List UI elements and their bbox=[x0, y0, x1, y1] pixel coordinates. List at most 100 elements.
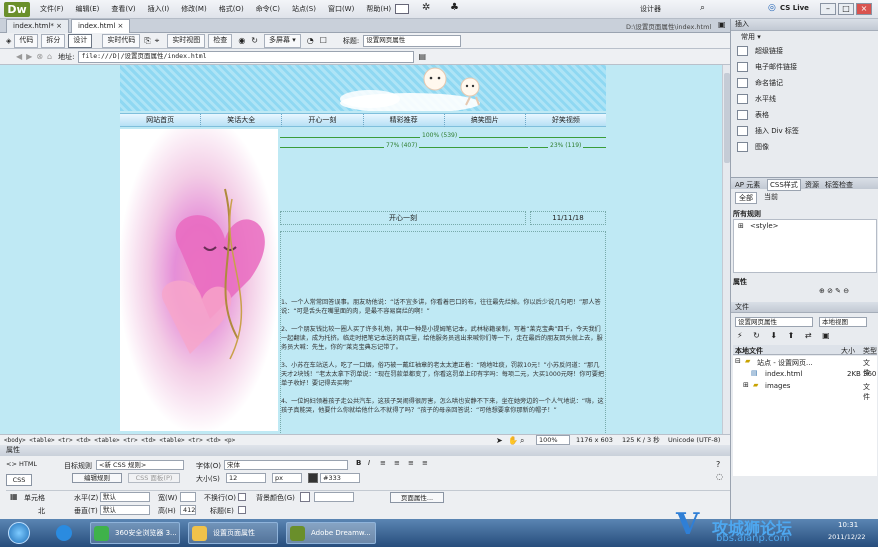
tab-assets[interactable]: 资源 bbox=[805, 180, 819, 190]
close-icon[interactable]: × bbox=[118, 22, 124, 30]
close-icon[interactable]: × bbox=[856, 3, 872, 15]
tab-index-modified[interactable]: index.html* × bbox=[6, 19, 69, 33]
align-right-icon[interactable]: ≡ bbox=[408, 459, 414, 467]
nowrap-checkbox[interactable] bbox=[238, 493, 246, 501]
tab-css-styles[interactable]: CSS样式 bbox=[767, 179, 801, 191]
inspect-icon[interactable]: ⎘ bbox=[144, 36, 150, 46]
home-icon[interactable]: ⌂ bbox=[47, 52, 52, 61]
nav-videos[interactable]: 好笑视频 bbox=[526, 114, 606, 127]
bold-icon[interactable]: B bbox=[356, 459, 361, 467]
edit-rule-button[interactable]: 编辑规则 bbox=[72, 473, 122, 483]
zoom-select[interactable]: 100% bbox=[536, 435, 570, 445]
search-icon[interactable]: ⌕ bbox=[700, 3, 705, 13]
expand-icon[interactable]: ⊞ bbox=[738, 222, 744, 230]
nav-jokes[interactable]: 笑话大全 bbox=[201, 113, 283, 127]
collapse-icon[interactable]: ⊟ bbox=[735, 357, 741, 365]
browser-icon[interactable]: ⌖ bbox=[155, 36, 160, 46]
files-toolbar[interactable]: ⚡ ↻ ⬇ ⬆ ⇄ ▣ bbox=[737, 331, 834, 340]
restore-icon[interactable]: ▣ bbox=[718, 20, 726, 29]
tag-selector[interactable]: <body> <table> <tr> <td> <table> <tr> <t… bbox=[4, 435, 235, 446]
menu-edit[interactable]: 编辑(E) bbox=[70, 0, 106, 19]
validate-icon[interactable]: ☐ bbox=[320, 36, 327, 45]
stop-icon[interactable]: ⊗ bbox=[36, 52, 43, 61]
italic-icon[interactable]: I bbox=[368, 459, 370, 467]
forward-icon[interactable]: ▶ bbox=[26, 52, 32, 61]
design-view-button[interactable]: 设计 bbox=[68, 33, 93, 48]
site-icon[interactable]: ♣ bbox=[450, 2, 459, 13]
content-title[interactable]: 开心一刻 bbox=[280, 211, 526, 225]
tab-index[interactable]: index.html × bbox=[70, 19, 131, 33]
live-code-button[interactable]: 实时代码 bbox=[102, 33, 141, 48]
menu-modify[interactable]: 修改(M) bbox=[175, 0, 213, 19]
clock-date[interactable]: 2011/12/22 bbox=[828, 533, 865, 541]
html-mode-button[interactable]: <> HTML bbox=[6, 460, 46, 470]
menu-site[interactable]: 站点(S) bbox=[286, 0, 322, 19]
nav-pictures[interactable]: 搞笑图片 bbox=[445, 113, 526, 127]
insert-category-select[interactable]: 常用 ▾ bbox=[731, 31, 878, 43]
layout-icon[interactable] bbox=[395, 4, 409, 14]
insert-panel-tab[interactable]: 插入 bbox=[731, 19, 878, 31]
address-menu-icon[interactable]: ▤ bbox=[418, 52, 426, 61]
canvas-scrollbar[interactable] bbox=[722, 65, 730, 434]
nav-happy[interactable]: 开心一刻 bbox=[282, 113, 364, 127]
help-icon[interactable]: ? bbox=[716, 460, 720, 469]
insert-hyperlink[interactable]: 超级链接 bbox=[731, 43, 878, 59]
css-panel-button[interactable]: CSS 面板(P) bbox=[128, 473, 180, 483]
site-select[interactable]: 设置网页属性 bbox=[735, 317, 813, 327]
insert-image[interactable]: 图像 bbox=[731, 139, 878, 155]
maximize-icon[interactable]: □ bbox=[838, 3, 854, 15]
list-item[interactable]: ▤ index.html 2KB 360 bbox=[735, 369, 876, 380]
menu-insert[interactable]: 插入(I) bbox=[142, 0, 176, 19]
list-item[interactable]: ⊟ ▰ 站点 - 设置网页... 文件 bbox=[735, 357, 875, 377]
ie-icon[interactable] bbox=[56, 525, 72, 541]
insert-table[interactable]: 表格 bbox=[731, 107, 878, 123]
menu-format[interactable]: 格式(O) bbox=[213, 0, 250, 19]
nav-featured[interactable]: 精彩推荐 bbox=[364, 113, 445, 127]
code-view-button[interactable]: 代码 bbox=[14, 33, 39, 48]
bg-color-swatch[interactable] bbox=[300, 492, 310, 502]
cs-live-button[interactable]: CS Live bbox=[780, 4, 809, 12]
properties-header[interactable]: 属性 bbox=[0, 445, 730, 456]
page-properties-button[interactable]: 页面属性... bbox=[390, 492, 444, 503]
title-input[interactable]: 设置网页属性 bbox=[363, 34, 462, 47]
expand-icon[interactable]: ⊞ bbox=[743, 381, 749, 389]
css-mode-all[interactable]: 全部 bbox=[735, 192, 757, 204]
gear-icon[interactable]: ✲ bbox=[422, 2, 430, 13]
menu-help[interactable]: 帮助(H) bbox=[360, 0, 397, 19]
content-body[interactable]: 1、一个人常常回答误事。朋友劝他说：“话不宜多讲，你看着巴口的布，往往最先烂掉。… bbox=[280, 231, 606, 434]
workspace-switcher[interactable]: 设计器 bbox=[640, 4, 661, 14]
vertical-select[interactable]: 默认 bbox=[100, 505, 150, 515]
files-panel-tab[interactable]: 文件 bbox=[731, 302, 878, 313]
horizontal-select[interactable]: 默认 bbox=[100, 492, 150, 502]
merge-cells-icon[interactable]: ▦ bbox=[10, 492, 18, 501]
quick-tag-icon[interactable]: ◌ bbox=[716, 472, 723, 481]
inspect-button[interactable]: 检查 bbox=[208, 33, 233, 48]
target-rule-select[interactable]: <新 CSS 规则> bbox=[96, 460, 184, 470]
rules-list[interactable]: ⊞ <style> bbox=[733, 219, 877, 273]
tab-tag-inspector[interactable]: 标签检查 bbox=[825, 180, 853, 190]
start-button[interactable] bbox=[8, 522, 30, 544]
minimize-icon[interactable]: – bbox=[820, 3, 836, 15]
address-input[interactable]: file:///D|/设置页面属性/index.html bbox=[78, 50, 415, 63]
insert-email-link[interactable]: 电子邮件链接 bbox=[731, 59, 878, 75]
header-checkbox[interactable] bbox=[238, 506, 246, 514]
unit-select[interactable]: px bbox=[272, 473, 302, 483]
rule-style[interactable]: <style> bbox=[750, 222, 779, 230]
css-panel-actions[interactable]: ⊕ ⊘ ✎ ⊖ bbox=[819, 287, 849, 295]
files-list[interactable]: ⊟ ▰ 站点 - 设置网页... 文件 ▤ index.html 2KB 360… bbox=[733, 356, 877, 476]
refresh-icon[interactable]: ↻ bbox=[251, 36, 258, 45]
color-input[interactable]: #333 bbox=[320, 473, 360, 483]
task-folder[interactable]: 设置页面属性 bbox=[188, 522, 278, 544]
multiscreen-button[interactable]: 多屏幕 ▾ bbox=[264, 33, 301, 48]
insert-div-tag[interactable]: 插入 Div 标签 bbox=[731, 123, 878, 139]
live-view-button[interactable]: 实时视图 bbox=[167, 33, 206, 48]
task-dreamweaver[interactable]: Adobe Dreamw... bbox=[286, 522, 376, 544]
insert-horizontal-rule[interactable]: 水平线 bbox=[731, 91, 878, 107]
nav-home[interactable]: 网站首页 bbox=[120, 113, 202, 127]
align-left-icon[interactable]: ≡ bbox=[380, 459, 386, 467]
back-icon[interactable]: ◀ bbox=[16, 52, 22, 61]
font-select[interactable]: 宋体 bbox=[224, 460, 348, 470]
clock-time[interactable]: 10:31 bbox=[838, 521, 858, 529]
globe-icon[interactable]: ◉ bbox=[238, 36, 245, 45]
css-mode-current[interactable]: 当前 bbox=[761, 192, 781, 202]
